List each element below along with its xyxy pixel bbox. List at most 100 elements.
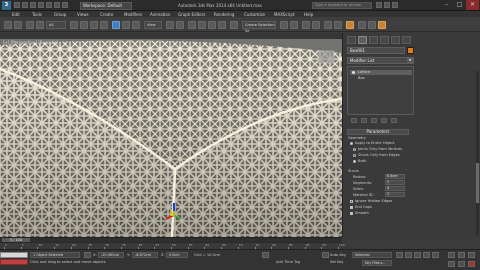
maxscript-output[interactable] xyxy=(0,259,28,265)
hierarchy-tab[interactable] xyxy=(369,36,378,44)
struts-only-radio[interactable] xyxy=(353,154,356,157)
menu-tools[interactable]: Tools xyxy=(32,12,42,17)
pan-icon[interactable] xyxy=(458,252,465,258)
menu-customize[interactable]: Customize xyxy=(244,12,265,17)
percent-snap-icon[interactable] xyxy=(208,21,216,29)
selection-filter-dropdown[interactable]: All xyxy=(46,21,66,29)
lightbulb-icon[interactable] xyxy=(352,71,355,74)
parameters-rollout-header[interactable]: Parameters xyxy=(347,129,409,135)
command-panel-scrollbar[interactable] xyxy=(476,71,479,235)
redo-toolbar-icon[interactable] xyxy=(14,21,22,29)
perspective-viewport[interactable]: [+] [Perspective] [Realistic] xyxy=(0,39,342,237)
zoom-icon[interactable] xyxy=(448,252,455,258)
menu-animation[interactable]: Animation xyxy=(150,12,170,17)
remove-modifier-icon[interactable] xyxy=(381,118,387,123)
menu-help[interactable]: Help xyxy=(304,12,313,17)
menu-maxscript[interactable]: MAXScript xyxy=(274,12,295,17)
render-setup-icon[interactable] xyxy=(358,21,366,29)
binoculars-icon[interactable] xyxy=(376,2,382,8)
render-production-icon[interactable] xyxy=(378,21,386,29)
select-move-icon[interactable] xyxy=(112,21,120,29)
ignore-hidden-edges-checkbox[interactable] xyxy=(350,200,353,203)
align-icon[interactable] xyxy=(290,21,298,29)
add-time-tag[interactable]: Add Time Tag xyxy=(276,260,300,264)
layer-manager-icon[interactable] xyxy=(302,21,310,29)
lock-selection-icon[interactable] xyxy=(84,252,91,258)
object-color-swatch[interactable] xyxy=(407,47,414,54)
unlink-icon[interactable] xyxy=(36,21,44,29)
menu-create[interactable]: Create xyxy=(100,12,113,17)
minimize-button[interactable]: – xyxy=(440,0,453,10)
reference-coordinate-dropdown[interactable]: View xyxy=(144,21,162,29)
app-logo-icon[interactable]: 3 xyxy=(2,1,11,10)
radius-spinner[interactable]: 0.5cm xyxy=(385,174,405,179)
both-radio[interactable] xyxy=(353,160,356,163)
rect-selection-icon[interactable] xyxy=(90,21,98,29)
orbit-icon[interactable] xyxy=(468,252,475,258)
schematic-view-icon[interactable] xyxy=(334,21,342,29)
angle-snap-icon[interactable] xyxy=(198,21,206,29)
undo-icon[interactable] xyxy=(38,2,44,8)
display-tab[interactable] xyxy=(391,36,400,44)
workspace-dropdown[interactable]: Workspace: Default xyxy=(80,1,132,10)
project-folder-icon[interactable] xyxy=(54,2,60,8)
joints-only-radio[interactable] xyxy=(353,148,356,151)
material-editor-icon[interactable] xyxy=(346,21,354,29)
go-to-start-icon[interactable] xyxy=(396,252,403,258)
maxscript-listener-input[interactable] xyxy=(0,252,28,258)
z-coordinate-field[interactable]: 0.0cm xyxy=(166,252,188,258)
go-to-end-icon[interactable] xyxy=(432,252,439,258)
select-by-name-icon[interactable] xyxy=(80,21,88,29)
create-tab[interactable] xyxy=(347,36,356,44)
snaps-toggle-icon[interactable] xyxy=(188,21,196,29)
y-coordinate-field[interactable]: -8.872cm xyxy=(132,252,158,258)
sides-spinner[interactable]: 4 xyxy=(385,186,405,191)
maximize-button[interactable]: □ xyxy=(453,0,466,10)
next-frame-icon[interactable] xyxy=(423,252,430,258)
rendered-frame-window-icon[interactable] xyxy=(368,21,376,29)
pivot-center-icon[interactable] xyxy=(166,21,174,29)
show-end-result-icon[interactable] xyxy=(361,118,367,123)
apply-entire-object-check[interactable] xyxy=(350,142,353,145)
redo-icon[interactable] xyxy=(46,2,52,8)
graphite-ribbon-icon[interactable] xyxy=(312,21,320,29)
select-scale-icon[interactable] xyxy=(132,21,140,29)
spinner-snap-icon[interactable] xyxy=(218,21,226,29)
menu-rendering[interactable]: Rendering xyxy=(214,12,234,17)
window-crossing-icon[interactable] xyxy=(100,21,108,29)
key-set-dropdown[interactable]: Selected xyxy=(352,252,392,258)
menu-group[interactable]: Group xyxy=(54,12,66,17)
menu-graph-editors[interactable]: Graph Editors xyxy=(178,12,205,17)
select-object-icon[interactable] xyxy=(70,21,78,29)
auto-key-button[interactable]: Auto Key xyxy=(330,253,346,257)
curve-editor-icon[interactable] xyxy=(324,21,332,29)
play-icon[interactable] xyxy=(414,252,421,258)
menu-modifiers[interactable]: Modifiers xyxy=(124,12,142,17)
stack-item-lattice[interactable]: Lattice xyxy=(350,70,412,75)
zoom-extents-icon[interactable] xyxy=(458,261,465,267)
make-unique-icon[interactable] xyxy=(371,118,377,123)
menu-edit[interactable]: Edit xyxy=(12,12,20,17)
modifier-list-dropdown[interactable]: Modifier List xyxy=(347,57,414,64)
customize-icon[interactable] xyxy=(62,2,68,8)
open-file-icon[interactable] xyxy=(22,2,28,8)
link-icon[interactable] xyxy=(26,21,34,29)
previous-frame-icon[interactable] xyxy=(405,252,412,258)
configure-sets-icon[interactable] xyxy=(391,118,397,123)
set-key-button[interactable]: Set Key xyxy=(330,260,344,264)
segments-spinner[interactable]: 1 xyxy=(385,180,405,185)
close-button[interactable]: ✕ xyxy=(466,0,479,10)
utilities-tab[interactable] xyxy=(402,36,411,44)
key-mode-icon[interactable] xyxy=(322,252,329,258)
track-bar[interactable]: 0 5 10 15 20 25 30 35 40 45 50 55 60 65 70 75 80 85 90 95 10… xyxy=(0,242,345,250)
smooth-checkbox[interactable] xyxy=(350,212,353,215)
help-icon[interactable] xyxy=(392,2,398,8)
mirror-icon[interactable] xyxy=(280,21,288,29)
object-name-field[interactable]: Box001 xyxy=(347,47,405,54)
menu-views[interactable]: Views xyxy=(77,12,89,17)
x-coordinate-field[interactable]: -20.981cm xyxy=(98,252,124,258)
save-file-icon[interactable] xyxy=(30,2,36,8)
search-input[interactable]: Type a keyword or phrase xyxy=(312,2,372,9)
undo-toolbar-icon[interactable] xyxy=(4,21,12,29)
new-file-icon[interactable] xyxy=(14,2,20,8)
